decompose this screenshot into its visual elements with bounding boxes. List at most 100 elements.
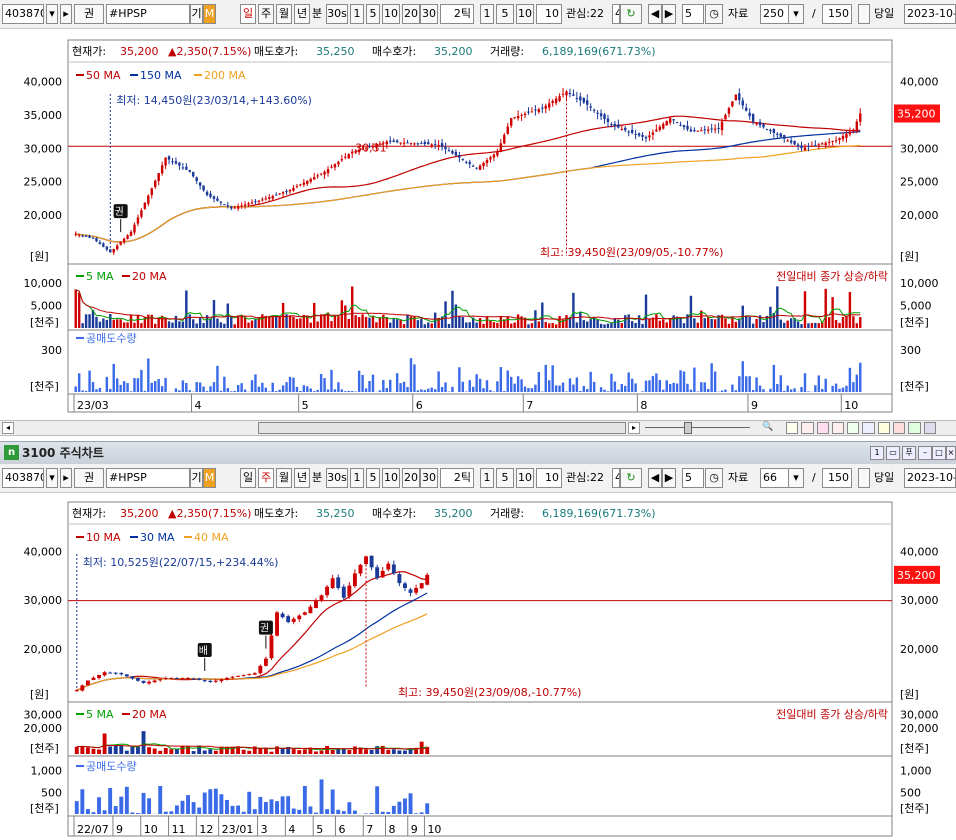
short-bar[interactable] (357, 370, 361, 392)
candle[interactable] (444, 146, 447, 150)
volume-bar[interactable] (368, 317, 371, 328)
tick-input[interactable]: 2틱 (440, 4, 474, 24)
short-bar[interactable] (413, 364, 416, 392)
short-bar[interactable] (710, 363, 713, 392)
candle[interactable] (544, 105, 547, 109)
volume-bar[interactable] (352, 746, 357, 754)
candle[interactable] (693, 129, 696, 132)
legend-10ma[interactable]: 10 MA (86, 531, 121, 544)
volume-bar[interactable] (316, 321, 319, 328)
dropdown-icon[interactable]: ▾ (46, 4, 58, 24)
short-bar[interactable] (275, 801, 279, 814)
candle[interactable] (316, 175, 319, 177)
candle[interactable] (344, 156, 347, 158)
volume-bar[interactable] (233, 324, 236, 328)
volume-bar[interactable] (216, 318, 219, 328)
short-bar[interactable] (160, 386, 164, 392)
candle[interactable] (433, 143, 437, 145)
short-bar[interactable] (568, 378, 572, 392)
count-dropdown-icon[interactable]: ▾ (788, 4, 804, 24)
candle[interactable] (375, 567, 380, 579)
candle[interactable] (157, 173, 160, 182)
short-bar[interactable] (252, 809, 257, 814)
clock-icon[interactable]: ◷ (705, 4, 723, 24)
short-bar[interactable] (537, 372, 541, 392)
volume-bar[interactable] (392, 318, 395, 328)
short-bar[interactable] (297, 809, 302, 814)
short-bar[interactable] (247, 791, 252, 814)
tick-5[interactable]: 5 (496, 468, 514, 488)
volume-bar[interactable] (416, 320, 420, 328)
volume-bar[interactable] (554, 324, 558, 328)
period-week[interactable]: 주 (258, 468, 274, 488)
candle[interactable] (420, 143, 423, 145)
candle[interactable] (158, 679, 163, 681)
volume-bar[interactable] (672, 315, 675, 328)
candle[interactable] (786, 140, 789, 142)
short-bar[interactable] (855, 374, 859, 392)
candle[interactable] (254, 201, 257, 203)
symbol-input[interactable]: #HPSP (106, 4, 190, 24)
candle[interactable] (91, 237, 95, 239)
candle[interactable] (796, 144, 800, 147)
volume-bar[interactable] (423, 324, 427, 328)
short-bar[interactable] (444, 382, 447, 392)
short-bar[interactable] (506, 370, 509, 392)
candle[interactable] (178, 162, 181, 166)
short-bar[interactable] (378, 390, 382, 392)
candle[interactable] (274, 194, 278, 196)
candle[interactable] (386, 563, 391, 570)
volume-bar[interactable] (112, 319, 115, 328)
short-bar[interactable] (503, 391, 506, 392)
short-bar[interactable] (181, 380, 185, 392)
candle[interactable] (167, 156, 171, 160)
short-bar[interactable] (679, 370, 682, 392)
candle[interactable] (419, 583, 424, 589)
volume-bar[interactable] (369, 749, 374, 754)
short-bar[interactable] (662, 389, 665, 392)
candle[interactable] (268, 197, 271, 199)
volume-bar[interactable] (430, 323, 433, 328)
volume-bar[interactable] (789, 318, 793, 328)
short-bar[interactable] (150, 382, 153, 392)
legend-200ma[interactable]: 200 MA (204, 69, 246, 82)
volume-bar[interactable] (630, 321, 634, 328)
short-bar[interactable] (108, 788, 113, 814)
volume-bar[interactable] (102, 318, 105, 328)
volume-bar[interactable] (530, 323, 534, 328)
candle[interactable] (613, 123, 617, 127)
candle[interactable] (513, 117, 516, 119)
candle[interactable] (551, 100, 554, 104)
short-bar[interactable] (263, 802, 268, 814)
candle[interactable] (225, 677, 229, 680)
candle[interactable] (347, 585, 352, 597)
candle[interactable] (406, 142, 409, 144)
volume-bar[interactable] (169, 749, 174, 754)
candle[interactable] (485, 159, 489, 164)
short-bar[interactable] (347, 390, 350, 392)
volume-bar[interactable] (81, 323, 84, 328)
volume-bar[interactable] (831, 297, 834, 328)
volume-bar[interactable] (496, 322, 499, 328)
tool-icon[interactable] (923, 422, 936, 434)
candle[interactable] (558, 96, 561, 101)
short-bar[interactable] (286, 796, 291, 814)
volume-bar[interactable] (582, 320, 585, 328)
candle[interactable] (717, 127, 720, 129)
short-bar[interactable] (551, 365, 554, 392)
volume-bar[interactable] (644, 294, 648, 328)
candle[interactable] (185, 166, 188, 170)
volume-bar[interactable] (213, 750, 218, 754)
candle[interactable] (534, 109, 537, 111)
candle[interactable] (720, 121, 724, 131)
short-bar[interactable] (397, 801, 402, 814)
candle[interactable] (129, 231, 133, 237)
tool-icon[interactable] (831, 422, 845, 434)
volume-bar[interactable] (126, 322, 129, 328)
short-bar[interactable] (586, 388, 589, 392)
candle[interactable] (181, 167, 185, 169)
volume-bar[interactable] (178, 321, 181, 328)
candle[interactable] (682, 125, 686, 128)
short-bar[interactable] (658, 379, 662, 392)
dropdown-icon[interactable]: ▾ (46, 468, 58, 488)
